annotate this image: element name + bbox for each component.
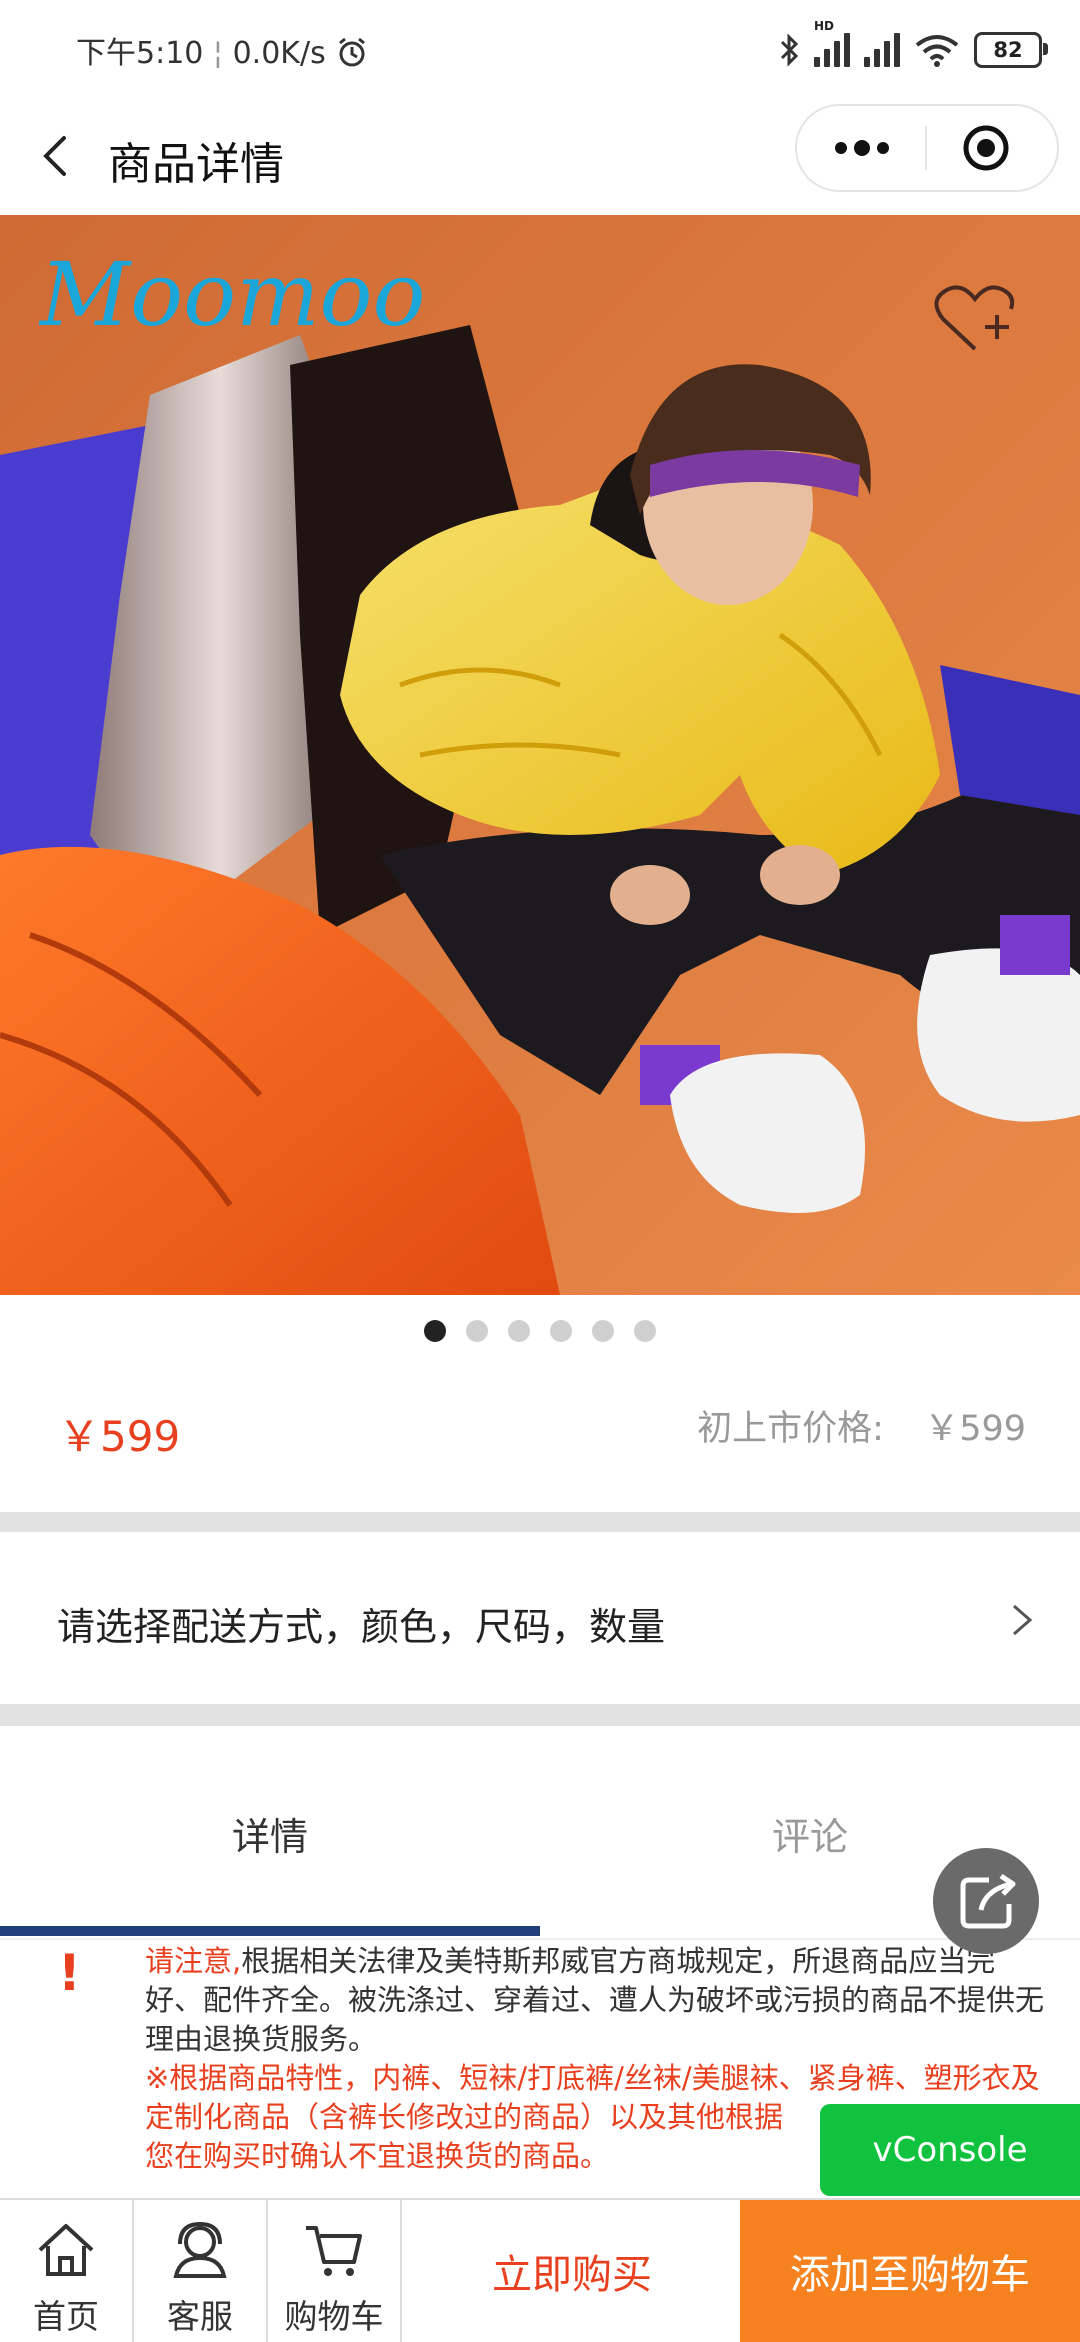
original-price-row: 初上市价格: ￥599 — [697, 1400, 1026, 1451]
share-button[interactable] — [933, 1848, 1039, 1954]
brand-logo: Moomoo — [38, 243, 425, 346]
carousel-dot[interactable] — [466, 1320, 488, 1342]
carousel-dot[interactable] — [634, 1320, 656, 1342]
bottom-action-bar: 首页 客服 购物车 立即购买 添加至购物车 — [0, 2198, 1080, 2342]
add-to-cart-button[interactable]: 添加至购物车 — [740, 2200, 1080, 2342]
navigation-bar: 商品详情 — [0, 100, 1080, 215]
buy-now-button[interactable]: 立即购买 — [400, 2200, 742, 2342]
vconsole-button[interactable]: vConsole — [820, 2104, 1080, 2196]
carousel-indicator — [0, 1320, 1080, 1348]
status-bar: 下午5:10 ¦ 0.0K/s HD 82 — [0, 0, 1080, 100]
capsule-divider — [925, 126, 927, 170]
signal-icon — [864, 33, 900, 67]
network-speed: 0.0K/s — [232, 36, 326, 71]
cart-icon — [306, 2226, 362, 2276]
notice-highlight: 请注意, — [145, 1944, 242, 1978]
notice-body: 根据相关法律及美特斯邦威官方商城规定，所退商品应当完好、配件齐全。被洗涤过、穿着… — [145, 1944, 1045, 2056]
carousel-dot[interactable] — [592, 1320, 614, 1342]
status-time: 下午5:10 ¦ 0.0K/s — [76, 28, 369, 72]
product-photo: Moomoo — [0, 215, 1080, 1295]
spec-selector-label: 请选择配送方式，颜色，尺码，数量 — [57, 1605, 666, 1649]
exclamation-icon: ! — [58, 1944, 81, 2002]
service-button[interactable]: 客服 — [134, 2200, 268, 2342]
miniprogram-capsule — [795, 104, 1059, 192]
notice-red-note-end: 您在购买时确认不宜退换货的商品。 — [145, 2139, 610, 2173]
carousel-dot[interactable] — [550, 1320, 572, 1342]
cart-button[interactable]: 购物车 — [268, 2200, 402, 2342]
carousel-dot[interactable] — [508, 1320, 530, 1342]
section-divider — [0, 1512, 1080, 1532]
product-image-carousel[interactable]: Moomoo — [0, 215, 1080, 1295]
status-icons: HD 82 — [778, 19, 1048, 78]
home-label: 首页 — [33, 2297, 99, 2336]
home-icon — [38, 2224, 94, 2276]
battery-icon: 82 — [974, 32, 1048, 68]
original-price: ￥599 — [924, 1409, 1026, 1449]
share-icon — [960, 1873, 1016, 1929]
close-target-icon[interactable] — [962, 124, 1010, 172]
tab-divider — [0, 1938, 1080, 1940]
original-price-label: 初上市价格: — [697, 1409, 884, 1449]
alarm-icon — [339, 37, 366, 67]
home-button[interactable]: 首页 — [0, 2200, 134, 2342]
detail-tabs: 详情 评论 — [0, 1726, 1080, 1942]
clock-text: 下午5:10 — [76, 36, 204, 71]
cart-label: 购物车 — [284, 2297, 384, 2336]
tab-detail[interactable]: 详情 — [0, 1806, 540, 1861]
service-label: 客服 — [167, 2297, 233, 2336]
section-divider — [0, 1704, 1080, 1726]
chevron-right-icon — [1013, 1604, 1033, 1636]
wifi-icon — [915, 35, 959, 67]
carousel-dot[interactable] — [424, 1320, 446, 1342]
active-tab-indicator — [0, 1926, 540, 1936]
more-dots-icon[interactable] — [827, 126, 897, 170]
back-arrow-icon[interactable] — [30, 120, 90, 192]
spec-selector-row[interactable]: 请选择配送方式，颜色，尺码，数量 — [0, 1532, 1080, 1704]
customer-service-icon — [173, 2221, 227, 2278]
signal-hd-icon: HD — [814, 19, 850, 67]
current-price: ￥599 — [58, 1412, 181, 1461]
page-title: 商品详情 — [108, 139, 284, 190]
bluetooth-icon — [780, 33, 799, 67]
